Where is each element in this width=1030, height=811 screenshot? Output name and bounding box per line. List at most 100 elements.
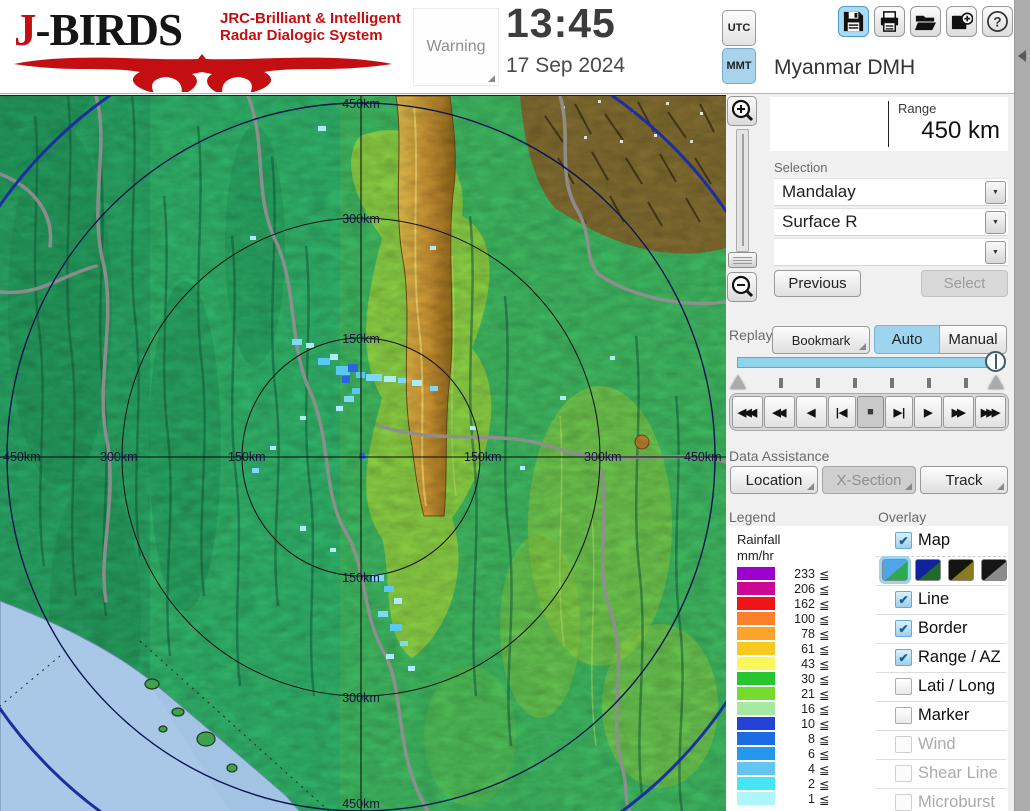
play-button[interactable]: ▶ (914, 396, 943, 428)
stop-icon: ■ (867, 406, 874, 418)
fast-rewind-button[interactable]: ◀◀◀ (732, 396, 763, 428)
warning-button[interactable]: Warning (413, 8, 499, 86)
select-button[interactable]: Select (921, 270, 1008, 297)
logo-subtitle: JRC-Brilliant & Intelligent Radar Dialog… (220, 10, 401, 44)
rewind-button[interactable]: ◀◀ (763, 396, 795, 428)
range-panel: Range 450 km (770, 97, 1008, 151)
legend-label: Legend (729, 509, 776, 525)
slider-tick (853, 378, 857, 388)
ring-label: 150km (464, 450, 502, 464)
ring-label: 450km (342, 797, 380, 811)
slider-start-marker[interactable] (730, 375, 746, 389)
checkbox (895, 794, 912, 811)
panel-collapse-strip[interactable] (1014, 0, 1030, 811)
chevron-down-icon[interactable]: ▼ (985, 211, 1006, 234)
skip-end-icon: ▶| (893, 406, 906, 419)
slider-end-marker[interactable] (988, 375, 1004, 389)
site-dropdown[interactable]: Mandalay ▼ (774, 178, 1008, 206)
auto-mode-button[interactable]: Auto (874, 325, 940, 354)
add-image-icon (951, 12, 973, 30)
header: J-BIRDS JRC-Brilliant & Intelligent Rada… (0, 0, 1030, 94)
replay-slider-thumb[interactable] (985, 351, 1006, 372)
overlay-item-shear-line[interactable]: Shear Line (876, 763, 1008, 789)
map-style-button-1[interactable] (879, 556, 911, 584)
ring-label: 450km (684, 450, 722, 464)
xsection-button[interactable]: X-Section (822, 466, 916, 494)
play-reverse-icon: ◀ (806, 406, 816, 419)
map-style-button-3[interactable] (948, 559, 974, 581)
print-icon (880, 11, 899, 32)
svg-text:?: ? (993, 14, 1001, 29)
map-style-button-4[interactable] (981, 559, 1007, 581)
ring-label: 450km (3, 450, 41, 464)
overlay-item-map[interactable]: Map (876, 530, 1008, 556)
add-image-button[interactable] (946, 6, 977, 37)
radar-map-image: 450km 300km 150km 150km 300km 450km 450k… (0, 96, 726, 811)
track-button[interactable]: Track (920, 466, 1008, 494)
overlay-item-line[interactable]: Line (876, 589, 1008, 615)
checkbox[interactable] (895, 678, 912, 695)
zoom-out-button[interactable] (727, 272, 757, 302)
checkbox (895, 765, 912, 782)
overlay-item-microburst[interactable]: Microburst (876, 792, 1008, 811)
legend-unit: mm/hr (737, 548, 774, 563)
logo-title-j: J (14, 5, 36, 55)
slider-tick (816, 378, 820, 388)
ring-label: 300km (100, 450, 138, 464)
open-folder-icon (914, 15, 937, 31)
jbirds-logo: J-BIRDS JRC-Brilliant & Intelligent Rada… (10, 2, 402, 92)
slider-tick (890, 378, 894, 388)
rewind-icon: ◀◀ (772, 406, 786, 419)
overlay-item-lati-long[interactable]: Lati / Long (876, 676, 1008, 702)
overlay-item-wind[interactable]: Wind (876, 734, 1008, 760)
checkbox[interactable] (895, 707, 912, 724)
overlay-item-range-az[interactable]: Range / AZ (876, 647, 1008, 673)
fast-rewind-icon: ◀◀◀ (737, 406, 757, 419)
corner-menu-icon (807, 483, 814, 490)
manual-mode-button[interactable]: Manual (940, 325, 1007, 354)
stop-button[interactable]: ■ (856, 396, 885, 428)
checkbox[interactable] (895, 620, 912, 637)
help-button[interactable]: ? (982, 6, 1013, 37)
option-dropdown[interactable]: ▼ (774, 238, 1008, 266)
radar-map[interactable]: 450km 300km 150km 150km 300km 450km 450k… (0, 95, 726, 811)
slider-tick (779, 378, 783, 388)
map-style-button-2[interactable] (915, 559, 941, 581)
skip-start-button[interactable]: |◀ (827, 396, 856, 428)
skip-end-button[interactable]: ▶| (885, 396, 914, 428)
replay-label: Replay (729, 327, 773, 343)
zoom-slider-groove (742, 134, 744, 246)
jbirds-app: J-BIRDS JRC-Brilliant & Intelligent Rada… (0, 0, 1030, 811)
utc-button[interactable]: UTC (722, 10, 756, 46)
previous-button[interactable]: Previous (774, 270, 861, 297)
bookmark-button[interactable]: Bookmark (772, 326, 870, 354)
print-button[interactable] (874, 6, 905, 37)
overlay-item-marker[interactable]: Marker (876, 705, 1008, 731)
product-dropdown[interactable]: Surface R ▼ (774, 208, 1008, 236)
location-button[interactable]: Location (730, 466, 818, 494)
play-reverse-button[interactable]: ◀ (795, 396, 827, 428)
legend-title: Rainfall (737, 532, 781, 547)
skip-start-icon: |◀ (835, 406, 848, 419)
ring-label: 300km (342, 691, 380, 705)
mmt-button[interactable]: MMT (722, 48, 756, 84)
save-button[interactable] (838, 6, 869, 37)
checkbox[interactable] (895, 591, 912, 608)
slider-tick (927, 378, 931, 388)
ring-label: 300km (342, 212, 380, 226)
site-dropdown-value: Mandalay (782, 182, 856, 201)
overlay-item-border[interactable]: Border (876, 618, 1008, 644)
fast-forward-button[interactable]: ▶▶ (943, 396, 975, 428)
open-folder-button[interactable] (910, 6, 941, 37)
zoom-slider-track[interactable] (736, 129, 749, 252)
replay-slider-track[interactable] (737, 357, 1005, 368)
zoom-slider-thumb[interactable] (728, 252, 757, 268)
fastest-forward-button[interactable]: ▶▶▶ (975, 396, 1007, 428)
zoom-in-button[interactable] (727, 96, 757, 126)
chevron-down-icon[interactable]: ▼ (985, 241, 1006, 264)
corner-menu-icon (905, 483, 912, 490)
chevron-down-icon[interactable]: ▼ (985, 181, 1006, 204)
checkbox[interactable] (895, 649, 912, 666)
checkbox[interactable] (895, 532, 912, 549)
data-assistance-label: Data Assistance (729, 448, 830, 464)
